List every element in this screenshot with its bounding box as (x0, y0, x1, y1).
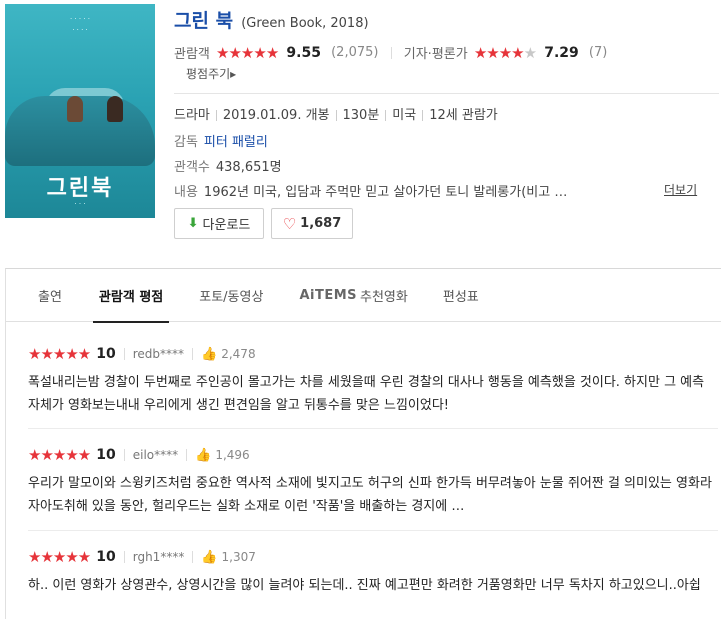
review-item: ★★★★★ 10 rgh1**** 👍 1,307 하.. 이런 영화가 상영관… (28, 547, 718, 597)
release-date[interactable]: 2019.01.09. 개봉 (223, 108, 330, 123)
reviewer-id[interactable]: eilo**** (133, 448, 178, 462)
heart-icon: ♡ (282, 214, 297, 233)
summary-text: 1962년 미국, 입담과 주먹만 믿고 살아가던 토니 발레롱가(비고 … (203, 185, 568, 200)
review-text: 하.. 이런 영화가 상영관수, 상영시간을 많이 늘려야 되는데.. 진짜 예… (28, 578, 701, 593)
audience-score: 9.55 (286, 44, 321, 61)
review-score: 10 (96, 346, 116, 362)
audience-count-value: 438,651명 (215, 160, 282, 175)
audience-count-label: 관객수 (174, 160, 210, 175)
audience-rating-count[interactable]: (2,075) (331, 45, 378, 60)
tab-photo-video[interactable]: 포토/동영상 (199, 269, 263, 322)
poster-credits-decoration: · · · · · · · · · (69, 15, 91, 34)
review-header: ★★★★★ 10 redb**** 👍 2,478 (28, 344, 718, 364)
review-stars: ★★★★★ (28, 345, 91, 363)
summary-label: 내용 (174, 185, 198, 200)
review-score: 10 (96, 447, 116, 463)
thumbs-up-icon[interactable]: 👍 (201, 550, 217, 565)
movie-meta-row: 드라마 2019.01.09. 개봉 130분 미국 12세 관람가 (174, 104, 498, 123)
critic-rating-count[interactable]: (7) (589, 45, 607, 60)
director-row: 감독 피터 패럴리 (174, 131, 268, 150)
divider (123, 449, 125, 461)
divider (192, 551, 194, 563)
review-stars: ★★★★★ (28, 446, 91, 464)
download-label: 다운로드 (202, 218, 251, 233)
more-link[interactable]: 더보기 (664, 181, 697, 198)
critic-score: 7.29 (544, 44, 579, 61)
runtime: 130분 (342, 108, 380, 123)
divider (186, 449, 188, 461)
genre[interactable]: 드라마 (174, 108, 210, 123)
divider (174, 93, 719, 94)
movie-title[interactable]: 그린 북 (174, 10, 233, 32)
poster-figure (107, 96, 123, 122)
review-like-count: 2,478 (221, 347, 256, 361)
summary-row: 내용 1962년 미국, 입담과 주먹만 믿고 살아가던 토니 발레롱가(비고 … (174, 181, 567, 200)
audience-stars: ★★★★★ (216, 43, 279, 62)
download-icon: ⬇ (187, 216, 199, 231)
divider (123, 348, 125, 360)
reviewer-id[interactable]: redb**** (133, 347, 184, 361)
critic-stars: ★★★★★ (473, 43, 537, 62)
tab-recommended-label: 추천영화 (360, 289, 408, 305)
aitems-logo: AiTEMS (299, 287, 358, 303)
divider (390, 46, 392, 59)
like-button[interactable]: ♡ 1,687 (271, 208, 353, 239)
divider (28, 428, 718, 429)
review-item: ★★★★★ 10 redb**** 👍 2,478 폭설내리는밤 경찰이 두번째… (28, 344, 718, 417)
critic-rating-label: 기자·평론가 (403, 47, 468, 62)
tab-bar: 출연 관람객 평점 포토/동영상 AiTEMS 추천영화 편성표 (6, 269, 721, 323)
poster-figure (67, 96, 83, 122)
thumbs-up-icon[interactable]: 👍 (195, 448, 211, 463)
director-label: 감독 (174, 135, 198, 150)
movie-poster[interactable]: · · · · · · · · · 그린북 · · · (5, 4, 155, 218)
thumbs-up-icon[interactable]: 👍 (201, 347, 217, 362)
audience-rating-label: 관람객 (174, 47, 210, 62)
audience-count-row: 관객수 438,651명 (174, 156, 282, 175)
poster-subtitle-decoration: · · · (74, 200, 86, 208)
reviewer-id[interactable]: rgh1**** (133, 550, 185, 564)
review-text: 우리가 말모이와 스윙키즈처럼 중요한 역사적 소재에 빛지고도 허구의 신파 … (28, 476, 712, 514)
like-count: 1,687 (300, 216, 342, 231)
movie-original-title: (Green Book, 2018) (241, 16, 369, 31)
review-score: 10 (96, 549, 116, 565)
rate-movie-link[interactable]: 평점주기▸ (186, 65, 236, 82)
review-item: ★★★★★ 10 eilo**** 👍 1,496 우리가 말모이와 스윙키즈처… (28, 445, 718, 518)
tab-cast[interactable]: 출연 (38, 269, 62, 322)
movie-title-row: 그린 북 (Green Book, 2018) (174, 6, 369, 33)
country[interactable]: 미국 (392, 108, 416, 123)
tab-audience-reviews[interactable]: 관람객 평점 (92, 269, 170, 323)
director-link[interactable]: 피터 패럴리 (204, 135, 268, 150)
tab-recommended[interactable]: AiTEMS 추천영화 (299, 269, 407, 322)
review-like-count: 1,307 (221, 550, 256, 564)
age-rating: 12세 관람가 (429, 108, 498, 123)
review-header: ★★★★★ 10 rgh1**** 👍 1,307 (28, 547, 718, 567)
download-button[interactable]: ⬇ 다운로드 (174, 208, 264, 239)
divider (28, 530, 718, 531)
review-header: ★★★★★ 10 eilo**** 👍 1,496 (28, 445, 718, 465)
divider (192, 348, 194, 360)
poster-title: 그린북 (46, 176, 114, 201)
review-text: 폭설내리는밤 경찰이 두번째로 주인공이 몰고가는 차를 세웠을때 우린 경찰의… (28, 375, 705, 413)
rating-row: 관람객 ★★★★★ 9.55 (2,075) 기자·평론가 ★★★★★ 7.29… (174, 43, 719, 63)
tab-schedule[interactable]: 편성표 (443, 269, 479, 322)
divider (123, 551, 125, 563)
review-like-count: 1,496 (215, 448, 250, 462)
review-stars: ★★★★★ (28, 548, 91, 566)
